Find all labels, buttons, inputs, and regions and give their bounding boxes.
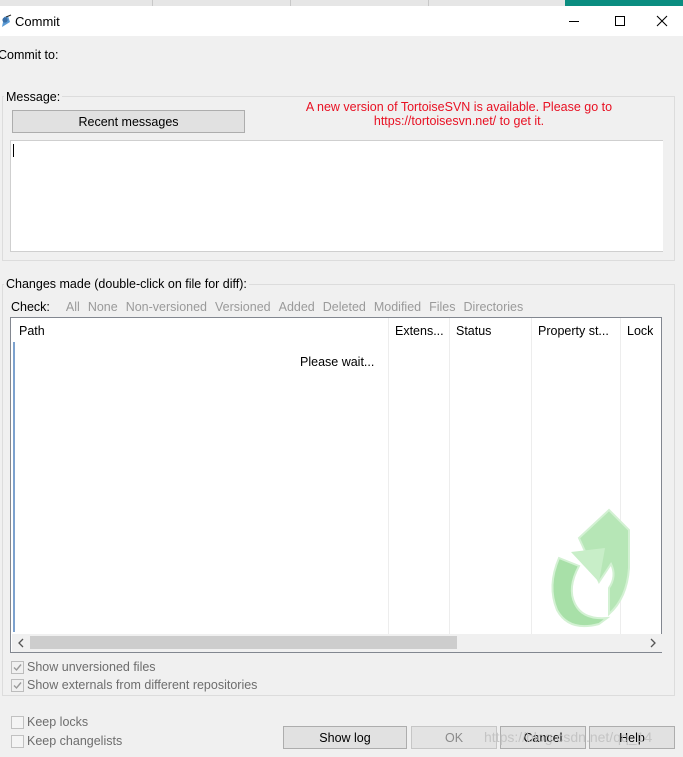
checkmark-icon	[13, 663, 22, 671]
minimize-icon	[569, 21, 579, 22]
column-header-property-status[interactable]: Property st...	[538, 324, 620, 338]
keep-locks-label: Keep locks	[27, 715, 89, 729]
filter-deleted[interactable]: Deleted	[323, 300, 366, 314]
column-divider[interactable]	[388, 318, 389, 634]
text-caret	[13, 144, 14, 157]
show-unversioned-checkbox[interactable]	[11, 660, 24, 674]
changes-group-label: Changes made (double-click on file for d…	[4, 277, 249, 291]
filter-all[interactable]: All	[66, 300, 80, 314]
maximize-button[interactable]	[597, 6, 643, 36]
show-externals-option[interactable]: Show externals from different repositori…	[11, 678, 257, 692]
column-header-status[interactable]: Status	[456, 324, 491, 338]
keep-locks-option[interactable]: Keep locks	[11, 715, 88, 729]
show-log-button[interactable]: Show log	[283, 726, 407, 749]
loading-text: Please wait...	[300, 355, 375, 369]
column-header-path[interactable]: Path	[19, 324, 45, 338]
filter-modified[interactable]: Modified	[374, 300, 421, 314]
keep-changelists-checkbox[interactable]	[11, 734, 24, 748]
filter-files[interactable]: Files	[429, 300, 455, 314]
busy-arrow-icon	[539, 508, 631, 634]
column-header-lock[interactable]: Lock	[627, 324, 653, 338]
tortoisesvn-app-icon	[0, 14, 12, 28]
filter-non-versioned[interactable]: Non-versioned	[126, 300, 207, 314]
title-bar[interactable]: Commit	[0, 6, 683, 36]
show-unversioned-option[interactable]: Show unversioned files	[11, 660, 156, 674]
keep-changelists-label: Keep changelists	[27, 734, 123, 748]
check-label: Check:	[11, 300, 50, 314]
column-divider[interactable]	[531, 318, 532, 634]
watermark-text: https://blog.csdn.net/qq_14	[484, 729, 653, 745]
show-externals-checkbox[interactable]	[11, 678, 24, 692]
close-button[interactable]	[641, 6, 683, 36]
window-title: Commit	[15, 14, 60, 29]
checkmark-icon	[13, 681, 22, 689]
filter-directories[interactable]: Directories	[464, 300, 524, 314]
changes-list[interactable]: Path Extens... Status Property st... Loc…	[10, 317, 662, 653]
list-focus-indicator	[13, 342, 15, 632]
column-header-extension[interactable]: Extens...	[395, 324, 450, 338]
keep-locks-checkbox[interactable]	[11, 715, 24, 729]
commit-message-input[interactable]	[10, 140, 663, 252]
keep-changelists-option[interactable]: Keep changelists	[11, 734, 122, 748]
column-divider[interactable]	[449, 318, 450, 634]
commit-to-label: Commit to:	[0, 48, 59, 62]
filter-none[interactable]: None	[88, 300, 118, 314]
scroll-left-icon[interactable]	[15, 637, 27, 649]
filter-added[interactable]: Added	[279, 300, 315, 314]
recent-messages-button[interactable]: Recent messages	[12, 110, 245, 133]
update-notice-line1: A new version of TortoiseSVN is availabl…	[305, 100, 613, 114]
close-icon	[656, 15, 668, 27]
message-group-label: Message:	[4, 90, 63, 104]
scroll-right-icon[interactable]	[647, 637, 659, 649]
maximize-icon	[615, 16, 625, 26]
update-notice[interactable]: A new version of TortoiseSVN is availabl…	[280, 100, 638, 128]
minimize-button[interactable]	[551, 6, 597, 36]
scrollbar-thumb[interactable]	[30, 636, 457, 649]
show-externals-label: Show externals from different repositori…	[27, 678, 258, 692]
filter-versioned[interactable]: Versioned	[215, 300, 271, 314]
update-notice-line2[interactable]: https://tortoisesvn.net/ to get it.	[280, 114, 638, 128]
show-unversioned-label: Show unversioned files	[27, 660, 156, 674]
horizontal-scrollbar[interactable]	[12, 634, 662, 652]
check-filter-row: Check: All None Non-versioned Versioned …	[11, 300, 523, 314]
